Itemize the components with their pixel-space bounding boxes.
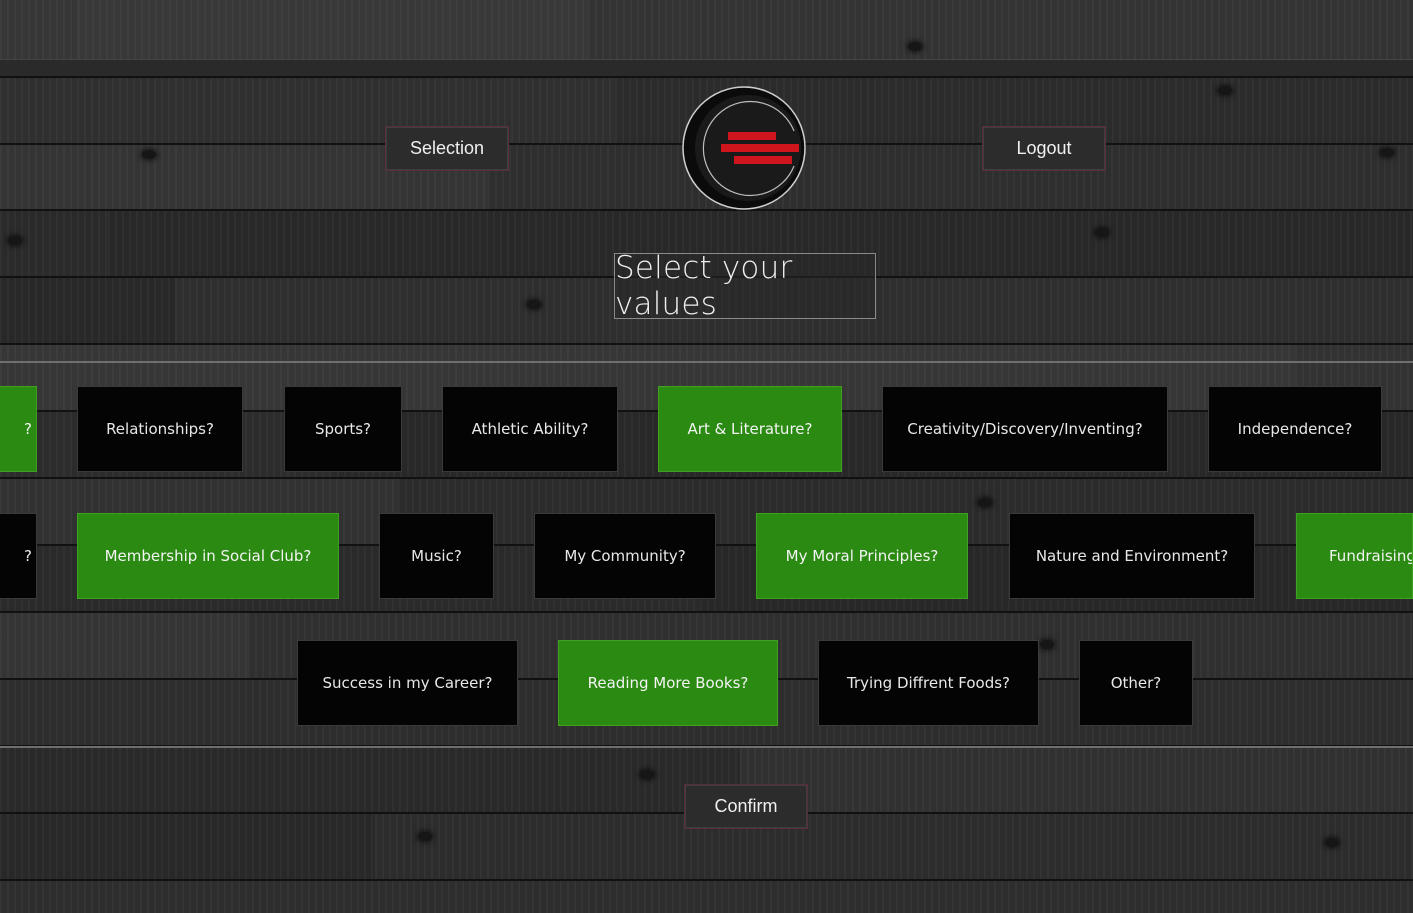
value-tile-creativity[interactable]: Creativity/Discovery/Inventing? <box>882 386 1168 472</box>
crescent-bars-logo[interactable] <box>682 86 806 210</box>
value-tile-career-success[interactable]: Success in my Career? <box>297 640 518 726</box>
value-tile-social-club[interactable]: Membership in Social Club? <box>77 513 339 599</box>
divider-top <box>0 361 1413 363</box>
logo-icon <box>682 86 806 210</box>
confirm-button[interactable]: Confirm <box>684 784 808 829</box>
value-tile-nature-environment[interactable]: Nature and Environment? <box>1009 513 1255 599</box>
value-tile-moral-principles[interactable]: My Moral Principles? <box>756 513 968 599</box>
value-tile-athletic-ability[interactable]: Athletic Ability? <box>442 386 618 472</box>
value-tile-fundraising[interactable]: Fundraising? <box>1296 513 1413 599</box>
value-tile-independence[interactable]: Independence? <box>1208 386 1382 472</box>
value-tile-sports[interactable]: Sports? <box>284 386 402 472</box>
value-tile-relationships[interactable]: Relationships? <box>77 386 243 472</box>
selection-button[interactable]: Selection <box>385 126 509 171</box>
value-tile-different-foods[interactable]: Trying Diffrent Foods? <box>818 640 1039 726</box>
page-title: Select your values <box>614 250 876 322</box>
value-tile-music[interactable]: Music? <box>379 513 494 599</box>
logout-button[interactable]: Logout <box>982 126 1106 171</box>
value-tile-my-community[interactable]: My Community? <box>534 513 716 599</box>
value-tile[interactable]: ? <box>0 513 37 599</box>
value-tile-other[interactable]: Other? <box>1079 640 1193 726</box>
value-tile-art-literature[interactable]: Art & Literature? <box>658 386 842 472</box>
value-tile[interactable]: ? <box>0 386 37 472</box>
divider-bottom <box>0 746 1413 748</box>
value-tile-reading-books[interactable]: Reading More Books? <box>558 640 778 726</box>
